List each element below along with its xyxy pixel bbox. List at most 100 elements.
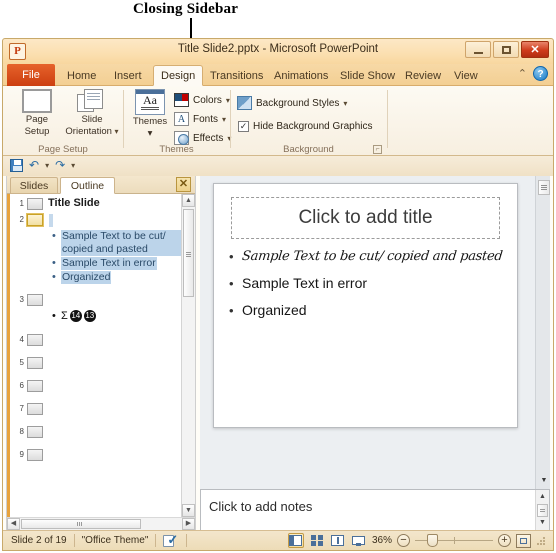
maximize-button[interactable]	[493, 41, 519, 58]
undo-dropdown-icon[interactable]: ▾	[45, 161, 49, 170]
hide-background-graphics-checkbox[interactable]: ✓ Hide Background Graphics	[238, 121, 373, 132]
slide-thumbnail[interactable]	[27, 214, 43, 226]
slide-thumbnail[interactable]	[27, 198, 43, 210]
slide-vertical-scrollbar[interactable]: ▼ ▲ ▼	[535, 176, 550, 531]
outline-slide-row[interactable]: 1 Title Slide	[10, 194, 181, 210]
view-slide-sorter-button[interactable]	[309, 533, 325, 548]
outline-slide-row[interactable]: 9	[10, 445, 181, 461]
outline-vertical-scrollbar[interactable]: ▲ ▼	[181, 194, 195, 517]
close-sidebar-button[interactable]: ✕	[176, 177, 191, 192]
scroll-down-icon[interactable]: ▼	[182, 504, 195, 517]
outline-slide-row[interactable]: 8	[10, 422, 181, 438]
theme-name[interactable]: "Office Theme"	[82, 535, 149, 546]
view-reading-button[interactable]	[330, 533, 346, 548]
spell-check-icon[interactable]	[163, 532, 179, 548]
help-icon[interactable]: ?	[533, 66, 548, 81]
save-icon[interactable]	[10, 158, 23, 172]
outline-slide-row[interactable]: 4	[10, 330, 181, 346]
tab-insert[interactable]: Insert	[107, 65, 149, 86]
tab-file[interactable]: File	[7, 64, 55, 86]
outline-content[interactable]: 1 Title Slide 2 • Sample Text to be cut/…	[7, 194, 181, 517]
notes-vertical-scrollbar[interactable]: ▲ ▼	[535, 490, 549, 530]
resize-grip[interactable]	[536, 535, 546, 546]
theme-effects-label: Effects	[193, 132, 224, 144]
themes-gallery-button[interactable]: Aa Themes ▾	[126, 89, 174, 139]
outline-pane-tabs: Slides Outline ✕	[7, 176, 195, 194]
outline-bullet-item[interactable]: • Organized	[52, 271, 181, 284]
undo-icon[interactable]: ↶	[29, 158, 39, 172]
scrollbar-thumb[interactable]	[183, 209, 194, 297]
scroll-up-icon[interactable]: ▲	[536, 491, 549, 503]
outline-slide-row[interactable]: 7	[10, 399, 181, 415]
slide-thumbnail[interactable]	[27, 294, 43, 306]
outline-slide-row[interactable]: 2	[10, 210, 181, 227]
scrollbar-thumb[interactable]	[21, 519, 141, 529]
previous-slide-button[interactable]: ▼	[538, 475, 550, 488]
scroll-down-icon[interactable]: ▼	[536, 517, 549, 529]
slide-thumbnail[interactable]	[27, 426, 43, 438]
notes-placeholder[interactable]: Click to add notes	[209, 499, 312, 514]
zoom-slider[interactable]	[415, 534, 493, 547]
theme-colors-button[interactable]: Colors ▾	[174, 93, 230, 107]
view-slide-show-button[interactable]	[351, 533, 367, 548]
tab-animations[interactable]: Animations	[267, 65, 335, 86]
outline-bullet-text: Sample Text in error	[61, 257, 157, 270]
background-styles-button[interactable]: Background Styles ▾	[237, 96, 347, 110]
close-button[interactable]: ✕	[521, 41, 549, 58]
scroll-right-icon[interactable]: ▶	[182, 518, 195, 530]
zoom-slider-handle[interactable]	[427, 534, 438, 547]
redo-icon[interactable]: ↷	[55, 158, 65, 172]
slide-number: 6	[19, 381, 24, 390]
slide-bullet-item[interactable]: • Sample Text in error	[229, 275, 505, 292]
tab-design[interactable]: Design	[153, 65, 204, 86]
slide-body-placeholder[interactable]: • Sample Text to be cut/ copied and past…	[229, 248, 505, 329]
scroll-up-icon[interactable]: ▲	[182, 194, 195, 207]
outline-bullet-item[interactable]: • Sample Text in error	[52, 257, 181, 270]
zoom-out-button[interactable]: −	[397, 534, 410, 547]
slide-orientation-button[interactable]: Slide Orientation ▾	[61, 89, 123, 137]
scroll-left-icon[interactable]: ◀	[7, 518, 20, 530]
circled-number-13: 13	[83, 310, 96, 322]
tab-slide-show[interactable]: Slide Show	[333, 65, 402, 86]
tab-outline[interactable]: Outline	[60, 177, 115, 194]
slide-thumbnail[interactable]	[27, 403, 43, 415]
slide-counter[interactable]: Slide 2 of 19	[11, 535, 67, 546]
slide-thumbnail[interactable]	[27, 357, 43, 369]
tab-review[interactable]: Review	[398, 65, 448, 86]
slide-thumbnail[interactable]	[27, 380, 43, 392]
slide-bullet-item[interactable]: • Organized	[229, 302, 505, 319]
fit-to-window-button[interactable]	[516, 533, 531, 548]
slide-title-placeholder[interactable]: Click to add title	[231, 197, 500, 239]
tab-transitions[interactable]: Transitions	[203, 65, 270, 86]
view-normal-button[interactable]	[287, 533, 304, 548]
theme-fonts-button[interactable]: A Fonts ▾	[174, 112, 226, 126]
tab-slides[interactable]: Slides	[10, 177, 58, 194]
background-dialog-launcher[interactable]: ⌐	[373, 145, 382, 154]
normal-view-icon	[289, 535, 303, 546]
scrollbar-thumb[interactable]	[537, 504, 548, 517]
theme-effects-button[interactable]: Effects ▾	[174, 131, 231, 145]
outline-slide-row[interactable]: 6	[10, 376, 181, 392]
minimize-button[interactable]	[465, 41, 491, 58]
outline-horizontal-scrollbar[interactable]: ◀ ▶	[7, 517, 195, 530]
scrollbar-thumb[interactable]	[538, 180, 550, 195]
notes-pane[interactable]: Click to add notes ▲ ▼	[200, 489, 550, 531]
page-setup-button[interactable]: Page Setup	[9, 89, 65, 137]
slide-bullet-item[interactable]: • Sample Text to be cut/ copied and past…	[229, 248, 505, 265]
tab-view[interactable]: View	[447, 65, 485, 86]
outline-bullet-text: Sample Text to be cut/ copied and pasted	[61, 230, 181, 256]
slide-thumbnail[interactable]	[27, 449, 43, 461]
slide-number: 9	[19, 450, 24, 459]
chevron-up-icon[interactable]: ⌃	[518, 67, 527, 80]
slide-thumbnail[interactable]	[27, 334, 43, 346]
outline-symbol-row[interactable]: • Σ 14 13	[52, 310, 181, 322]
group-page-setup: Page Setup Slide Orientation ▾ Page Setu…	[3, 86, 123, 156]
customize-qat-icon[interactable]: ▾	[71, 161, 75, 170]
zoom-in-button[interactable]: +	[498, 534, 511, 547]
outline-slide-row[interactable]: 5	[10, 353, 181, 369]
outline-slide-row[interactable]: 3	[10, 290, 181, 306]
outline-bullet-item[interactable]: • Sample Text to be cut/ copied and past…	[52, 230, 181, 256]
tab-home[interactable]: Home	[60, 65, 103, 86]
slide-canvas[interactable]: Click to add title • Sample Text to be c…	[213, 183, 518, 428]
zoom-level-label[interactable]: 36%	[372, 535, 392, 546]
